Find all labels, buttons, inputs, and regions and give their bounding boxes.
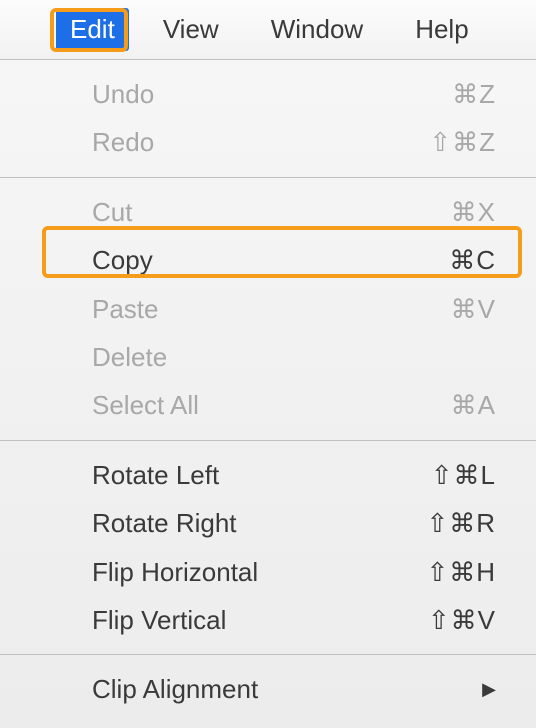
menu-item-rotate-left[interactable]: Rotate Left ⇧⌘L	[0, 451, 536, 499]
menubar-window[interactable]: Window	[253, 8, 381, 51]
menu-item-cut: Cut ⌘X	[0, 188, 536, 236]
menu-item-flip-horizontal[interactable]: Flip Horizontal ⇧⌘H	[0, 548, 536, 596]
menu-shortcut: ⇧⌘H	[426, 554, 496, 590]
menu-item-flip-vertical[interactable]: Flip Vertical ⇧⌘V	[0, 596, 536, 644]
menu-label: Flip Horizontal	[92, 554, 258, 590]
menu-label: Flip Vertical	[92, 602, 226, 638]
menu-item-rotate-right[interactable]: Rotate Right ⇧⌘R	[0, 499, 536, 547]
menu-separator	[0, 177, 536, 178]
menu-label: Cut	[92, 194, 132, 230]
menu-label: Undo	[92, 76, 154, 112]
menu-label: Delete	[92, 339, 167, 375]
menubar-help[interactable]: Help	[397, 8, 486, 51]
menu-label: Rotate Left	[92, 457, 219, 493]
menu-item-delete: Delete	[0, 333, 536, 381]
menu-item-paste: Paste ⌘V	[0, 285, 536, 333]
menubar: Edit View Window Help	[0, 0, 536, 60]
menubar-edit[interactable]: Edit	[56, 8, 129, 51]
edit-dropdown-menu: Undo ⌘Z Redo ⇧⌘Z Cut ⌘X Copy ⌘C Paste ⌘V…	[0, 60, 536, 728]
menu-separator	[0, 440, 536, 441]
menu-item-undo: Undo ⌘Z	[0, 70, 536, 118]
menu-item-copy[interactable]: Copy ⌘C	[0, 236, 536, 284]
menu-label: Paste	[92, 291, 159, 327]
menu-shortcut: ⌘Z	[452, 76, 496, 112]
menu-shortcut: ⇧⌘L	[431, 457, 496, 493]
menu-shortcut: ⇧⌘R	[426, 505, 496, 541]
menu-shortcut: ⌘V	[451, 291, 496, 327]
submenu-arrow-icon: ▶	[482, 677, 496, 702]
menu-item-redo: Redo ⇧⌘Z	[0, 118, 536, 166]
menu-shortcut: ⌘C	[449, 242, 496, 278]
menu-item-select-all: Select All ⌘A	[0, 381, 536, 429]
menu-shortcut: ⇧⌘V	[428, 602, 496, 638]
menu-label: Rotate Right	[92, 505, 237, 541]
app-window: Edit View Window Help Undo ⌘Z Redo ⇧⌘Z C…	[0, 0, 536, 676]
menu-label: Redo	[92, 124, 154, 160]
menu-item-clip-alignment[interactable]: Clip Alignment ▶	[0, 665, 536, 713]
menu-label: Copy	[92, 242, 153, 278]
menu-separator	[0, 654, 536, 655]
menu-label: Clip Alignment	[92, 671, 258, 707]
menu-shortcut: ⇧⌘Z	[429, 124, 496, 160]
menubar-view[interactable]: View	[145, 8, 237, 51]
menu-shortcut: ⌘A	[451, 387, 496, 423]
menu-shortcut: ⌘X	[451, 194, 496, 230]
menu-label: Select All	[92, 387, 199, 423]
